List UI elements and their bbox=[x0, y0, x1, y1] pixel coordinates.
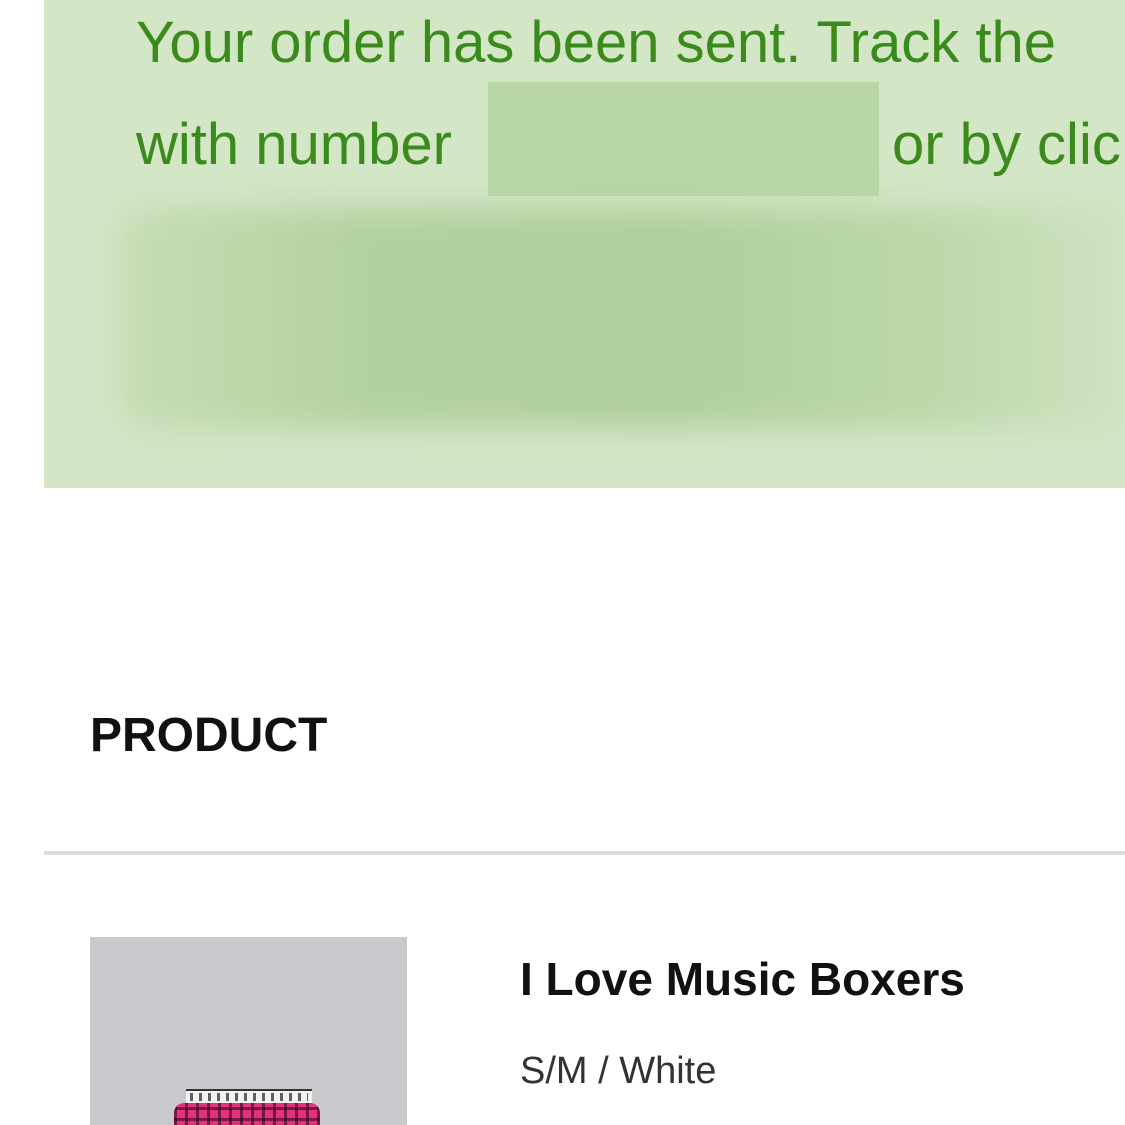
section-divider bbox=[44, 851, 1125, 855]
product-thumbnail[interactable] bbox=[90, 937, 407, 1125]
product-variant: S/M / White bbox=[520, 1050, 717, 1092]
plaid-boxers-image bbox=[174, 1103, 320, 1125]
redacted-tracking-number bbox=[488, 82, 879, 196]
order-sent-notice: Your order has been sent. Track the with… bbox=[44, 0, 1125, 488]
notice-line-1: Your order has been sent. Track the bbox=[136, 10, 1056, 75]
notice-line-2-suffix: or by clic bbox=[892, 112, 1121, 177]
product-section-title: PRODUCT bbox=[90, 709, 328, 762]
notice-line-2-prefix: with number bbox=[136, 112, 452, 177]
redacted-tracking-link bbox=[120, 208, 1125, 428]
product-name[interactable]: I Love Music Boxers bbox=[520, 956, 965, 1002]
